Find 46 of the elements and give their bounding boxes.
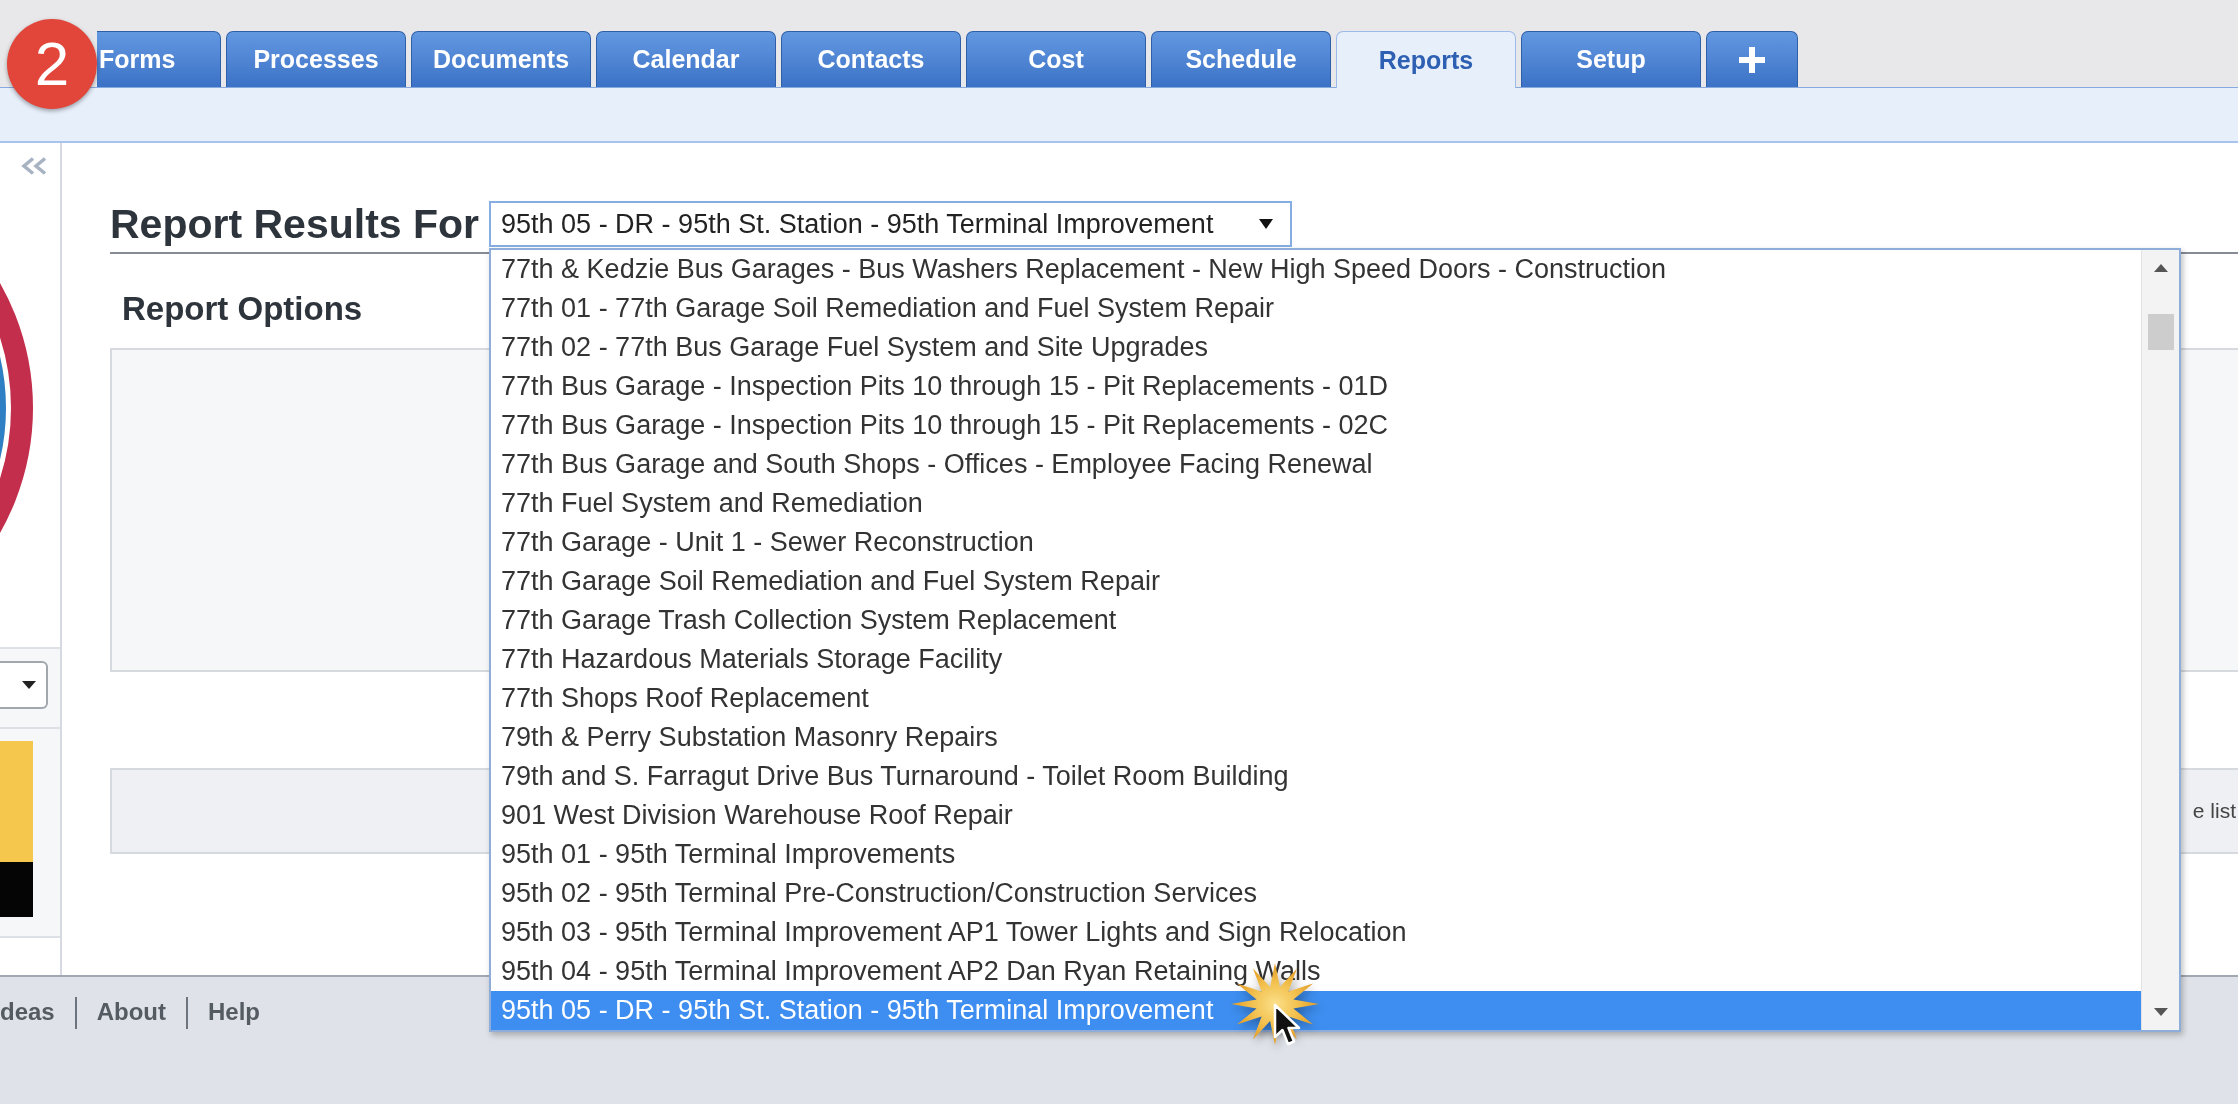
scrollbar[interactable] [2141,250,2180,1030]
project-select[interactable]: 95th 05 - DR - 95th St. Station - 95th Terminal Improvement [489,201,1293,247]
dropdown-option[interactable]: 95th 03 - 95th Terminal Improvement AP1 Tower Lights and Sign Relocation [491,913,2142,952]
dropdown-option[interactable]: 95th 02 - 95th Terminal Pre-Construction/Construction Services [491,874,2142,913]
dropdown-option[interactable]: 77th 02 - 77th Bus Garage Fuel System and Site Upgrades [491,328,2142,367]
scroll-down-icon[interactable] [2153,1008,2168,1016]
dropdown-option[interactable]: 77th Bus Garage - Inspection Pits 10 through 15 - Pit Replacements - 01D [491,367,2142,406]
tab[interactable]: Processes [226,31,406,87]
footer-link[interactable]: About [96,997,166,1027]
dropdown-option[interactable]: 901 West Division Warehouse Roof Repair [491,796,2142,835]
tab[interactable]: Calendar [596,31,776,87]
dropdown-option[interactable]: 95th 01 - 95th Terminal Improvements [491,835,2142,874]
dropdown-list[interactable] [489,248,2182,1032]
options-heading: Report Options [122,290,363,326]
dropdown-option[interactable]: 79th and S. Farragut Drive Bus Turnaround - Toilet Room Building [491,757,2142,796]
dropdown-option[interactable]: 77th Bus Garage - Inspection Pits 10 through 15 - Pit Replacements - 02C [491,406,2142,445]
bar-text: e list [2192,799,2236,823]
dropdown-option[interactable]: 77th Shops Roof Replacement [491,679,2142,718]
tab[interactable]: Cost [966,31,1146,87]
tab[interactable]: Contacts [781,31,961,87]
tab[interactable]: Documents [411,31,591,87]
dropdown-option[interactable]: 77th Garage Trash Collection System Replacement [491,601,2142,640]
caret-icon [22,681,36,689]
dropdown-option[interactable]: 77th Garage Soil Remediation and Fuel System Repair [491,562,2142,601]
plus-icon [1739,46,1765,73]
tab[interactable]: Schedule [1151,31,1331,87]
scrollbar-thumb[interactable] [2147,314,2174,350]
tab[interactable]: Reports [1336,31,1516,88]
dropdown-option[interactable]: 77th & Kedzie Bus Garages - Bus Washers Replacement - New High Speed Doors - Construction [491,250,2142,289]
scroll-up-icon[interactable] [2153,264,2168,272]
footer-link[interactable]: Help [208,997,261,1027]
dropdown-option[interactable]: 77th Bus Garage and South Shops - Offices - Employee Facing Renewal [491,445,2142,484]
dropdown-option[interactable]: 79th & Perry Substation Masonry Repairs [491,718,2142,757]
footer-link[interactable]: deas [0,997,55,1027]
add-tab-button[interactable] [1706,31,1798,87]
report-heading: Report Results For [110,201,480,247]
dropdown-option[interactable]: 77th Hazardous Materials Storage Facility [491,640,2142,679]
step-badge: 2 [7,19,97,109]
dropdown-option[interactable]: 77th Fuel System and Remediation [491,484,2142,523]
mouse-pointer-icon [1273,1003,1301,1047]
sidebar-select[interactable] [0,661,48,709]
tab[interactable]: Forms [97,31,221,87]
tab[interactable]: Setup [1521,31,1701,87]
dropdown-option[interactable]: 77th 01 - 77th Garage Soil Remediation and Fuel System Repair [491,289,2142,328]
dropdown-option[interactable]: 77th Garage - Unit 1 - Sewer Reconstruction [491,523,2142,562]
caret-icon [1259,219,1274,229]
